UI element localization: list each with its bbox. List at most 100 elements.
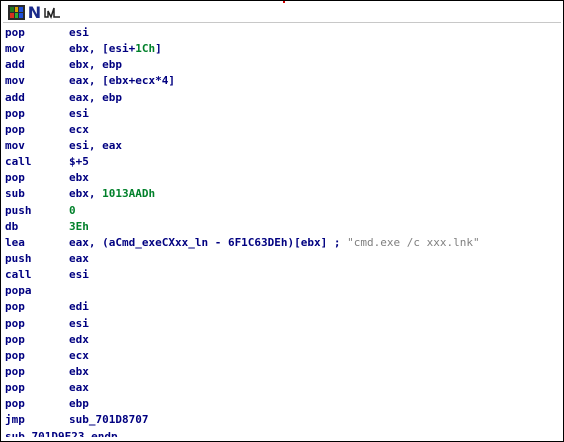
mnemonic: pop xyxy=(5,26,25,39)
mnemonic: pop xyxy=(5,397,25,411)
disassembly-window: N pop esi mov ebx, [esi+1Ch] add ebx, ebp mov e… xyxy=(0,0,564,442)
operand-text: ecx xyxy=(69,348,89,362)
mnemonic: pop xyxy=(5,332,25,346)
graph-cell-5 xyxy=(14,13,19,18)
mnemonic: mov xyxy=(5,138,25,152)
operand: $+5 xyxy=(69,154,89,170)
code-line[interactable]: pop ecx xyxy=(5,348,559,364)
operand: esi xyxy=(69,25,89,41)
operand-text: ebx, [esi+ xyxy=(69,42,136,56)
operand: esi xyxy=(69,267,89,283)
code-line[interactable]: lea eax, (aCmd_exeCXxx_ln - 6F1C63DEh)[eb… xyxy=(5,235,559,251)
operand: ecx xyxy=(69,348,89,364)
operand-text: eax xyxy=(69,251,89,265)
operand: eax, (aCmd_exeCXxx_ln - 6F1C63DEh)[ebx] … xyxy=(69,235,480,251)
mnemonic: pop xyxy=(5,106,25,120)
code-line[interactable]: pop esi xyxy=(5,316,559,332)
code-line[interactable]: mov eax, [ebx+ecx*4] xyxy=(5,73,559,89)
code-line[interactable]: pop eax xyxy=(5,380,559,396)
operand-text: $+5 xyxy=(69,155,89,169)
code-line[interactable]: pop ecx xyxy=(5,122,559,138)
code-line[interactable]: popa xyxy=(5,283,559,299)
mnemonic: mov xyxy=(5,74,25,88)
operand: edi xyxy=(69,299,89,315)
numeric-constant: 1013AADh xyxy=(102,187,156,201)
operand: edx xyxy=(69,332,89,348)
code-line[interactable]: pop edi xyxy=(5,299,559,315)
operand: ecx xyxy=(69,122,89,138)
operand: esi xyxy=(69,316,89,332)
mnemonic: pop xyxy=(5,171,25,185)
operand-text: esi, eax xyxy=(69,138,122,152)
code-line[interactable]: pop esi xyxy=(5,25,559,41)
code-line[interactable]: call $+5 xyxy=(5,154,559,170)
operand: eax xyxy=(69,251,89,267)
code-line[interactable]: pop ebp xyxy=(5,396,559,412)
graph-view-icon[interactable] xyxy=(8,5,25,20)
code-line[interactable]: add ebx, ebp xyxy=(5,57,559,73)
code-line[interactable]: pop esi xyxy=(5,106,559,122)
operand: esi xyxy=(69,106,89,122)
mnemonic: pop xyxy=(5,364,25,378)
operand-text: esi xyxy=(69,26,89,39)
code-line[interactable]: add eax, ebp xyxy=(5,90,559,106)
mnemonic: pop xyxy=(5,381,25,395)
graph-cell-4 xyxy=(10,13,14,18)
code-line[interactable]: mov ebx, [esi+1Ch] xyxy=(5,41,559,57)
operand-text: ebx xyxy=(69,364,89,378)
code-line[interactable]: mov esi, eax xyxy=(5,138,559,154)
operand-text: edx xyxy=(69,332,89,346)
numeric-constant: 3Eh xyxy=(69,219,89,233)
operand: eax xyxy=(69,380,89,396)
mnemonic: push xyxy=(5,203,32,217)
operand: ebx xyxy=(69,170,89,186)
operand: ebx, [esi+1Ch] xyxy=(69,41,162,57)
operand: eax, ebp xyxy=(69,90,122,106)
graph-cell-2 xyxy=(14,7,19,12)
code-line[interactable]: pop ebx xyxy=(5,170,559,186)
mnemonic: call xyxy=(5,268,32,282)
operand: 0 xyxy=(69,203,76,219)
code-line[interactable]: pop ebx xyxy=(5,364,559,380)
graph-cell-3 xyxy=(19,7,23,12)
operand-text: ebx, xyxy=(69,187,103,201)
names-window-icon[interactable]: N xyxy=(27,5,42,21)
operand-text: esi xyxy=(69,106,89,120)
mnemonic: add xyxy=(5,90,25,104)
code-line[interactable]: jmp sub_701D8707 xyxy=(5,412,559,428)
toolbar: N xyxy=(3,3,561,23)
code-line[interactable]: db 3Eh xyxy=(5,219,559,235)
signature-icon[interactable] xyxy=(44,5,61,20)
mnemonic: popa xyxy=(5,284,32,298)
proc-end-text: sub_701D9E23 endp xyxy=(5,429,118,437)
operand: eax, [ebx+ecx*4] xyxy=(69,73,175,89)
operand-text: eax xyxy=(69,381,89,395)
operand: sub_701D8707 xyxy=(69,412,148,428)
operand: esi, eax xyxy=(69,138,122,154)
operand: ebx, ebp xyxy=(69,57,122,73)
graph-cell-1 xyxy=(10,7,14,12)
operand: ebx, 1013AADh xyxy=(69,186,155,202)
operand-text: ebp xyxy=(69,397,89,411)
code-line[interactable]: pop edx xyxy=(5,332,559,348)
operand-text: ecx xyxy=(69,122,89,136)
operand-text: ebx, ebp xyxy=(69,58,122,72)
mnemonic: pop xyxy=(5,300,25,314)
operand-text: esi xyxy=(69,268,89,282)
operand-text: ] xyxy=(155,42,162,56)
mnemonic: db xyxy=(5,219,19,233)
mnemonic: pop xyxy=(5,316,25,330)
disassembly-listing[interactable]: pop esi mov ebx, [esi+1Ch] add ebx, ebp mov eax… xyxy=(5,25,559,437)
mnemonic: push xyxy=(5,251,32,265)
code-line[interactable]: push eax xyxy=(5,251,559,267)
code-line[interactable]: push 0 xyxy=(5,203,559,219)
operand: ebp xyxy=(69,396,89,412)
code-line[interactable]: sub ebx, 1013AADh xyxy=(5,186,559,202)
operand-text: edi xyxy=(69,300,89,314)
operand-text: eax, ebp xyxy=(69,90,122,104)
operand: ebx xyxy=(69,364,89,380)
numeric-constant: 1Ch xyxy=(135,42,156,56)
mnemonic: pop xyxy=(5,122,25,136)
mnemonic: pop xyxy=(5,348,25,362)
code-line[interactable]: call esi xyxy=(5,267,559,283)
